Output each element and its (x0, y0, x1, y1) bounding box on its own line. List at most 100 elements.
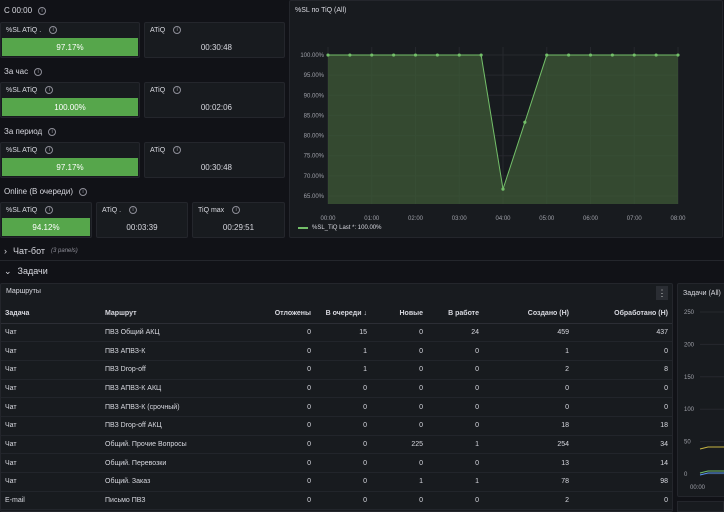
sl-atiq-panel[interactable]: %SL ATiQ i 97.17% (0, 142, 140, 178)
divider (0, 260, 724, 261)
column-header[interactable]: Обработано (Н) (573, 305, 672, 324)
section-period: За период i (4, 127, 57, 136)
table-cell: 18 (573, 416, 672, 436)
table-cell: 18 (483, 416, 573, 436)
routes-panel[interactable]: Маршруты ⋮ Задача Маршрут Отложены В очеред… (0, 283, 673, 512)
table-cell: 225 (371, 435, 427, 455)
info-icon[interactable]: i (45, 206, 54, 214)
info-icon[interactable]: i (34, 67, 43, 76)
table-cell: 0 (483, 379, 573, 399)
y-tick-label: 200 (684, 342, 695, 348)
sl-atiq-panel[interactable]: %SL ATiQ i 94.12% (0, 202, 92, 238)
table-cell: 2 (483, 491, 573, 511)
data-point (545, 53, 549, 57)
table-cell: 0 (573, 379, 672, 399)
sl-atiq-panel[interactable]: %SL ATiQ i 100.00% (0, 82, 140, 118)
table-row[interactable]: Чат ПВЗ Общий АКЦ 0 15 0 24 459 437 (1, 323, 672, 343)
table-row[interactable]: Чат ПВЗ АПВЗ-К 0 1 0 0 1 0 (1, 341, 672, 361)
sl-atiq-panel[interactable]: %SL ATiQ .i 97.17% (0, 22, 140, 58)
atiq-value: 00:30:48 (200, 162, 232, 172)
info-icon[interactable]: i (232, 206, 241, 214)
sl-value: 97.17% (2, 38, 138, 56)
column-header[interactable]: Отложены (259, 305, 315, 324)
next-panel[interactable] (677, 501, 724, 512)
table-cell: Чат (1, 453, 101, 473)
table-cell: E-mail (1, 491, 101, 511)
table-cell: Чат (1, 360, 101, 380)
info-icon[interactable]: i (78, 187, 87, 196)
x-tick-label: 01:00 (364, 216, 380, 222)
table-row[interactable]: Чат ПВЗ Drop-off АКЦ 0 0 0 0 18 18 (1, 416, 672, 436)
table-cell: Чат (1, 435, 101, 455)
atiq-panel[interactable]: ATiQ i 00:30:48 (144, 22, 285, 58)
table-cell: 0 (315, 453, 371, 473)
table-row[interactable]: Чат Общий. Прочие Вопросы 0 0 225 1 254 34 (1, 435, 672, 455)
atiq-panel[interactable]: ATiQ i 00:30:48 (144, 142, 285, 178)
y-tick-label: 70.00% (304, 174, 325, 180)
table-cell: 98 (573, 472, 672, 492)
atiq-panel[interactable]: ATiQ .i 00:03:39 (96, 202, 188, 238)
info-icon[interactable]: i (129, 206, 138, 214)
chart-legend[interactable]: %SL_TiQ Last *: 100.00% (298, 225, 381, 231)
table-row[interactable]: Чат ПВЗ Drop-off 0 1 0 0 2 8 (1, 360, 672, 380)
table-row[interactable]: Чат Общий. Заказ 0 0 1 1 78 98 (1, 472, 672, 492)
tasks-chart: 250 200 150 100 50 0 00:00 (684, 310, 724, 491)
info-icon[interactable]: i (173, 146, 182, 154)
tiq-max-panel[interactable]: TiQ max i 00:29:51 (192, 202, 285, 238)
panel-menu-icon[interactable]: ⋮ (656, 286, 668, 300)
y-tick-label: 95.00% (304, 73, 325, 79)
table-cell: 437 (573, 323, 672, 343)
table-cell: 0 (371, 379, 427, 399)
table-cell: 0 (259, 323, 315, 343)
info-icon[interactable]: i (45, 86, 54, 94)
row-tasks[interactable]: ⌄ Задачи (0, 264, 724, 278)
data-point (326, 53, 330, 57)
table-cell: 0 (315, 472, 371, 492)
column-header[interactable]: Создано (Н) (483, 305, 573, 324)
info-icon[interactable]: i (173, 26, 182, 34)
panel-title: %SL ATiQ i (6, 86, 54, 94)
table-cell: 0 (371, 491, 427, 511)
panel-title: ATiQ i (150, 146, 182, 154)
atiq-panel[interactable]: ATiQ i 00:02:06 (144, 82, 285, 118)
table-cell: 78 (483, 472, 573, 492)
column-header[interactable]: В работе (427, 305, 483, 324)
chevron-right-icon: › (4, 246, 7, 256)
column-header[interactable]: Задача (1, 305, 101, 324)
section-hour: За час i (4, 67, 43, 76)
info-icon[interactable]: i (49, 26, 58, 34)
info-icon[interactable]: i (45, 146, 54, 154)
row-chatbot[interactable]: › Чат-бот (3 panels) (0, 244, 724, 258)
panel-title: %SL ATiQ i (6, 206, 54, 214)
table-cell: 0 (371, 397, 427, 417)
tasks-all-panel[interactable]: Задачи (All) 250 200 150 100 50 0 00:00 (677, 283, 724, 497)
chevron-down-icon: ⌄ (4, 265, 12, 276)
table-header: Задача Маршрут Отложены В очереди ↓ Новые В р… (1, 305, 672, 324)
routes-table: Задача Маршрут Отложены В очереди ↓ Новые В р… (1, 305, 672, 511)
table-row[interactable]: Чат Общий. Перевозки 0 0 0 0 13 14 (1, 453, 672, 473)
column-header[interactable]: Маршрут (101, 305, 259, 324)
table-cell: 1 (427, 435, 483, 455)
table-row[interactable]: E-mail Письмо ПВЗ 0 0 0 0 2 0 (1, 491, 672, 511)
atiq-value: 00:02:06 (200, 102, 232, 112)
table-cell: 0 (573, 491, 672, 511)
table-row[interactable]: Чат ПВЗ АПВЗ-К АКЦ 0 0 0 0 0 0 (1, 379, 672, 399)
data-point (392, 53, 396, 57)
table-cell: Чат (1, 379, 101, 399)
sl-tiq-chart-panel[interactable]: %SL по TiQ (All) 100.00% 95.00% 90.00% 85.0… (289, 0, 723, 238)
sl-value: 97.17% (2, 158, 138, 176)
table-cell: 0 (427, 397, 483, 417)
table-cell: 1 (371, 472, 427, 492)
column-header[interactable]: Новые (371, 305, 427, 324)
table-cell: ПВЗ АПВЗ-К (101, 341, 259, 361)
table-cell: 0 (259, 435, 315, 455)
data-point (457, 53, 461, 57)
info-icon[interactable]: i (38, 6, 47, 15)
table-cell: 0 (315, 416, 371, 436)
info-icon[interactable]: i (173, 86, 182, 94)
routes-title: Маршруты (6, 288, 41, 295)
table-cell: 0 (371, 323, 427, 343)
column-header[interactable]: В очереди ↓ (315, 305, 371, 324)
table-row[interactable]: Чат ПВЗ АПВЗ-К (срочный) 0 0 0 0 0 0 (1, 397, 672, 417)
info-icon[interactable]: i (48, 127, 57, 136)
